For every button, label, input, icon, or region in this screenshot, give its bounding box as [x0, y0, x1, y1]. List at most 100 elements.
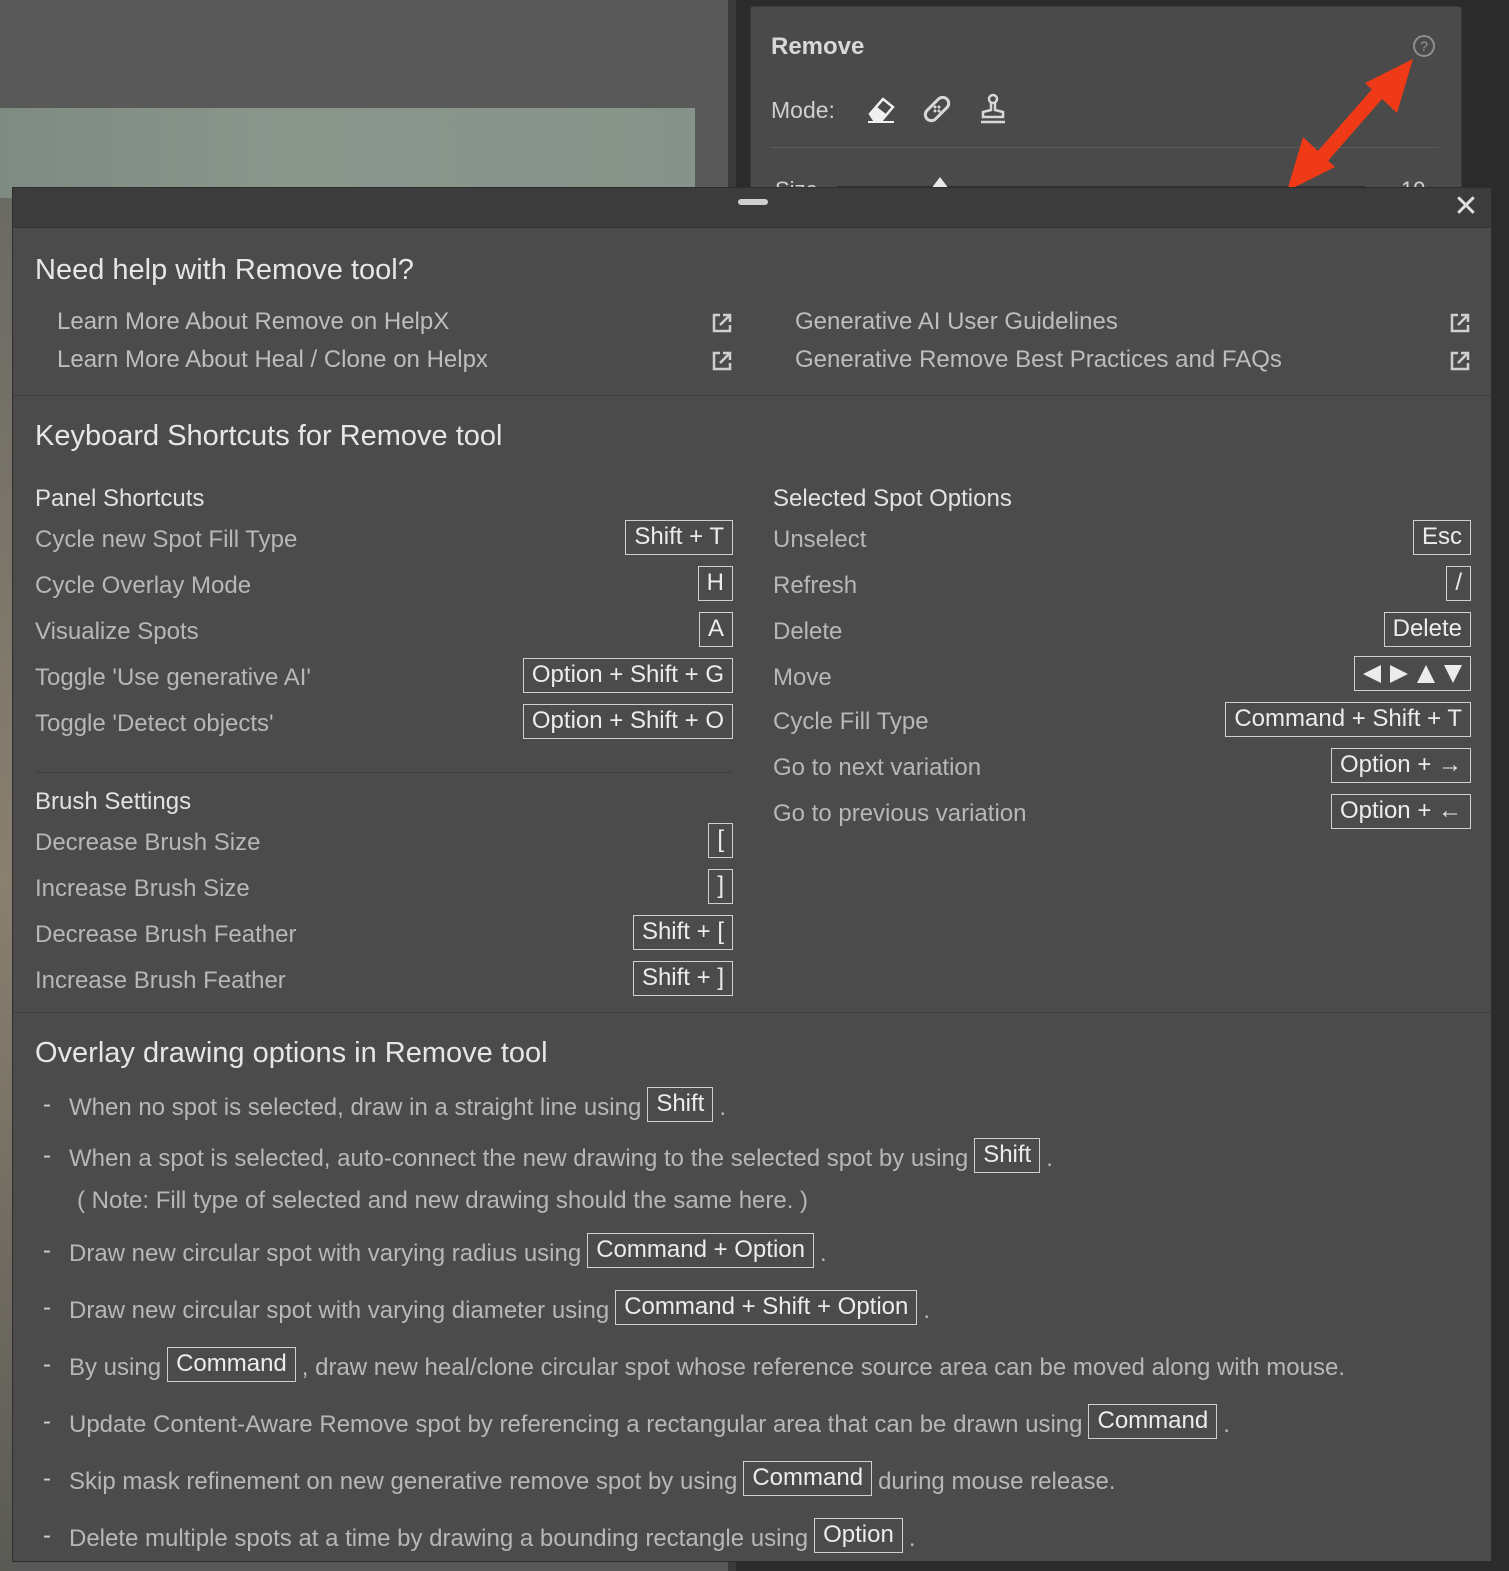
- arrow-right-icon: [1390, 664, 1408, 683]
- shortcut-key: Option + Shift + G: [522, 658, 733, 693]
- shortcut-label: Visualize Spots: [35, 618, 199, 645]
- item-text: Draw new circular spot with varying diam…: [69, 1297, 610, 1324]
- shortcut-row: Unselect Esc: [773, 520, 1471, 566]
- external-link-icon[interactable]: [1449, 312, 1471, 334]
- keyboard-title: Keyboard Shortcuts for Remove tool: [35, 420, 503, 452]
- shortcut-key: Option + →: [1330, 748, 1471, 783]
- item-text: during mouse release.: [878, 1468, 1116, 1495]
- panel-shortcuts-heading: Panel Shortcuts: [35, 485, 205, 512]
- item-text: .: [923, 1297, 931, 1324]
- left-column: Panel Shortcuts Cycle new Spot Fill Type…: [35, 478, 733, 1007]
- shortcut-row: Cycle Fill Type Command + Shift + T: [773, 702, 1471, 748]
- note-text: ( Note: Fill type of selected and new dr…: [77, 1187, 809, 1214]
- item-text: .: [719, 1094, 727, 1121]
- shortcut-row: Cycle new Spot Fill Type Shift + T: [35, 520, 733, 566]
- list-item: - Skip mask refinement on new generative …: [43, 1461, 1463, 1500]
- list-item: - When no spot is selected, draw in a str…: [43, 1087, 1463, 1126]
- shortcut-key: Command: [1088, 1404, 1218, 1439]
- bandage-icon[interactable]: [919, 91, 955, 127]
- shortcut-row: Move: [773, 656, 1471, 702]
- external-link-icon[interactable]: [711, 350, 733, 372]
- shortcut-row: Go to next variation Option + →: [773, 748, 1471, 794]
- spot-options-heading: Selected Spot Options: [773, 485, 1012, 512]
- shortcut-label: Decrease Brush Size: [35, 829, 261, 856]
- list-item: - When a spot is selected, auto-connect t…: [43, 1138, 1463, 1177]
- shortcut-row: Increase Brush Feather Shift + ]: [35, 961, 733, 1007]
- shortcut-row: Visualize Spots A: [35, 612, 733, 658]
- item-text: .: [819, 1240, 827, 1267]
- item-text: By using: [69, 1354, 162, 1381]
- arrow-down-icon: [1444, 664, 1462, 683]
- shortcut-key: Command + Shift + T: [1225, 702, 1471, 737]
- shortcut-key: [: [708, 823, 733, 858]
- shortcut-key: Shift + T: [625, 520, 733, 555]
- item-text: Draw new circular spot with varying radi…: [69, 1240, 582, 1267]
- shortcut-row: Refresh /: [773, 566, 1471, 612]
- shortcut-label: Delete: [773, 618, 843, 645]
- overlay-title: Overlay drawing options in Remove tool: [35, 1037, 548, 1069]
- external-link-icon[interactable]: [1449, 350, 1471, 372]
- shortcut-label: Cycle new Spot Fill Type: [35, 526, 298, 553]
- link-genremove-faqs[interactable]: Generative Remove Best Practices and FAQ…: [795, 346, 1282, 374]
- help-circle-icon[interactable]: ?: [1413, 35, 1435, 57]
- photo-preview: [0, 108, 695, 198]
- link-remove-helpx[interactable]: Learn More About Remove on HelpX: [57, 308, 449, 336]
- stamp-icon[interactable]: [975, 91, 1011, 127]
- shortcut-label: Increase Brush Size: [35, 875, 250, 902]
- shortcut-key: Command + Shift + Option: [615, 1290, 918, 1325]
- shortcut-key: Delete: [1383, 612, 1471, 647]
- shortcut-row: Decrease Brush Feather Shift + [: [35, 915, 733, 961]
- external-link-icon[interactable]: [711, 312, 733, 334]
- list-item: - Draw new circular spot with varying rad…: [43, 1233, 1463, 1272]
- dialog-titlebar[interactable]: ✕: [13, 188, 1491, 228]
- shortcut-row: Cycle Overlay Mode H: [35, 566, 733, 612]
- shortcut-key: ]: [708, 869, 733, 904]
- drag-handle[interactable]: [738, 199, 768, 205]
- shortcut-key: /: [1446, 566, 1471, 601]
- shortcut-key: Esc: [1412, 520, 1471, 555]
- shortcut-label: Move: [773, 664, 832, 691]
- brush-settings-heading: Brush Settings: [35, 788, 192, 815]
- item-text: , draw new heal/clone circular spot whos…: [301, 1354, 1346, 1381]
- shortcut-row: Toggle 'Use generative AI' Option + Shift…: [35, 658, 733, 704]
- shortcut-label: Go to previous variation: [773, 800, 1027, 827]
- link-genai-guidelines[interactable]: Generative AI User Guidelines: [795, 308, 1118, 336]
- shortcut-label: Toggle 'Use generative AI': [35, 664, 311, 691]
- shortcut-key: Option + Shift + O: [522, 704, 733, 739]
- shortcut-row: Toggle 'Detect objects' Option + Shift + …: [35, 704, 733, 750]
- shortcut-label: Go to next variation: [773, 754, 982, 781]
- arrow-up-icon: [1417, 664, 1435, 683]
- help-title: Need help with Remove tool?: [35, 254, 414, 286]
- shortcut-row: Go to previous variation Option + ←: [773, 794, 1471, 840]
- shortcut-key: Option + ←: [1330, 794, 1471, 829]
- shortcut-label: Unselect: [773, 526, 867, 553]
- keyboard-section: Keyboard Shortcuts for Remove tool Panel…: [13, 396, 1491, 1013]
- close-icon[interactable]: ✕: [1451, 192, 1481, 222]
- item-text: .: [1046, 1145, 1053, 1172]
- item-text: Delete multiple spots at a time by drawi…: [69, 1525, 809, 1552]
- shortcut-key: Command: [167, 1347, 296, 1382]
- shortcut-key: Shift + ]: [632, 961, 733, 996]
- item-text: Skip mask refinement on new generative r…: [69, 1468, 738, 1495]
- shortcut-key: Command + Option: [587, 1233, 814, 1268]
- shortcut-label: Decrease Brush Feather: [35, 921, 297, 948]
- eraser-icon[interactable]: [863, 91, 899, 127]
- shortcut-key: A: [698, 612, 733, 647]
- arrow-left-icon: [1363, 664, 1381, 683]
- link-heal-clone-helpx[interactable]: Learn More About Heal / Clone on Helpx: [57, 346, 488, 374]
- item-text: Update Content-Aware Remove spot by refe…: [69, 1411, 1083, 1438]
- shortcut-key: Shift: [974, 1138, 1041, 1173]
- shortcut-key: Shift: [647, 1087, 714, 1122]
- shortcut-row: Decrease Brush Size [: [35, 823, 733, 869]
- shortcut-label: Cycle Overlay Mode: [35, 572, 252, 599]
- shortcut-label: Toggle 'Detect objects': [35, 710, 274, 737]
- right-column: Selected Spot Options Unselect Esc Refres…: [773, 478, 1471, 840]
- shortcut-label: Cycle Fill Type: [773, 708, 929, 735]
- item-text: .: [908, 1525, 916, 1552]
- shortcut-row: Increase Brush Size]: [35, 869, 733, 915]
- shortcut-key: Option: [814, 1518, 903, 1553]
- shortcut-label: Refresh: [773, 572, 858, 599]
- overlay-list: - When no spot is selected, draw in a str…: [43, 1081, 1463, 1557]
- list-item: - Draw new circular spot with varying dia…: [43, 1290, 1463, 1329]
- mode-label: Mode:: [771, 97, 835, 123]
